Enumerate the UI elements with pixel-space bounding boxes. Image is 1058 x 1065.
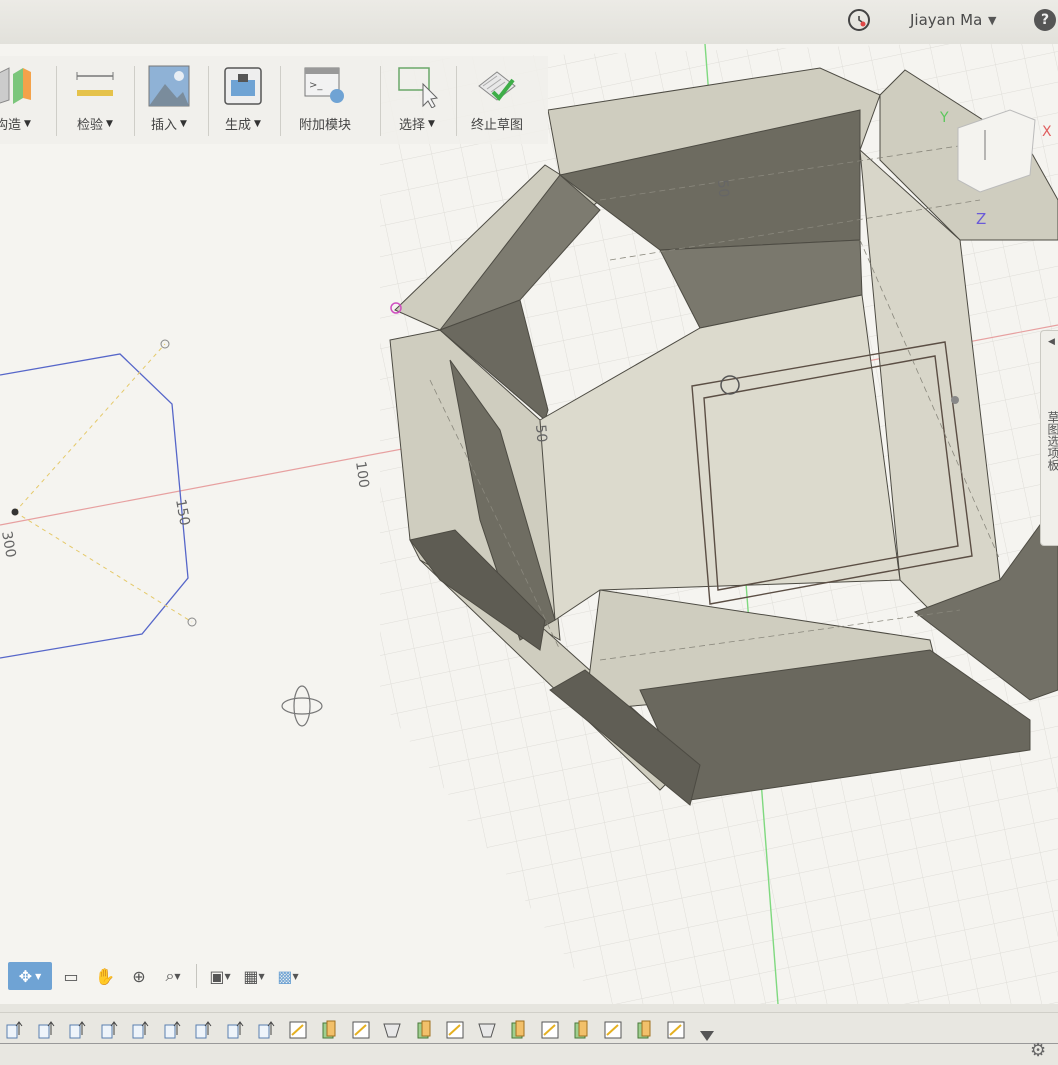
dimension-50-left: 50 (532, 424, 549, 443)
timeline-feature-sketch-icon[interactable] (540, 1019, 560, 1041)
add-ins-button[interactable]: >_ 附加模块 (290, 64, 360, 138)
inspect-button[interactable]: 检验 ▼ (60, 64, 130, 138)
timeline-feature-sketch-icon[interactable] (351, 1019, 371, 1041)
construct-button[interactable]: 构造 ▼ (0, 64, 48, 138)
user-account-name[interactable]: Jiayan Ma (910, 8, 982, 32)
timeline-feature-box-icon[interactable] (319, 1019, 339, 1041)
chevron-down-icon: ▼ (35, 971, 42, 981)
viewcube-z-label: Z (976, 210, 986, 228)
timeline-marker[interactable] (700, 1031, 714, 1041)
construct-label: 构造 (0, 118, 22, 133)
select-label: 选择 (399, 118, 426, 133)
timeline-feature-box-icon[interactable] (571, 1019, 591, 1041)
zoom-window-icon: ⌕ (165, 966, 175, 985)
chevron-down-icon: ▼ (24, 118, 31, 129)
chevron-down-icon: ▼ (224, 971, 231, 981)
monitor-icon: ▣ (209, 966, 225, 986)
orbit-button[interactable]: ✥ ▼ (8, 962, 52, 990)
make-button[interactable]: 生成 ▼ (208, 64, 278, 138)
finish-sketch-icon (475, 64, 519, 108)
chevron-down-icon: ▼ (174, 971, 181, 981)
design-canvas[interactable]: 150 300 100 50 50 Y X Z (0, 44, 1058, 1004)
fit-button[interactable]: ⌕ ▼ (158, 962, 188, 990)
timeline-feature-extrude-icon[interactable] (162, 1019, 182, 1041)
finish-sketch-button[interactable]: 终止草图 (462, 64, 532, 138)
timeline-feature-sketch-icon[interactable] (666, 1019, 686, 1041)
top-bar: Jiayan Ma ▼ ? (0, 0, 1058, 45)
grid-settings-button[interactable]: ▦ ▼ (239, 962, 269, 990)
add-ins-label: 附加模块 (298, 118, 351, 133)
zoom-icon: ⊕ (132, 966, 146, 986)
timeline-feature-extrude-icon[interactable] (99, 1019, 119, 1041)
finish-sketch-label: 终止草图 (470, 118, 523, 133)
timeline-feature-extrude-icon[interactable] (193, 1019, 213, 1041)
timeline-feature-sketch-icon[interactable] (288, 1019, 308, 1041)
timeline-feature-extrude-icon[interactable] (130, 1019, 150, 1041)
timeline-feature-shell-icon[interactable] (382, 1019, 402, 1041)
zoom-button[interactable]: ⊕ (124, 962, 154, 990)
svg-text:>_: >_ (309, 80, 323, 91)
dimension-50-top: 50 (714, 179, 731, 198)
timeline-feature-extrude-icon[interactable] (4, 1019, 24, 1041)
timeline-track (0, 1043, 1058, 1044)
job-status-icon[interactable] (848, 8, 870, 32)
timeline-feature-box-icon[interactable] (634, 1019, 654, 1041)
chevron-down-icon: ▼ (258, 971, 265, 981)
timeline-feature-sketch-icon[interactable] (445, 1019, 465, 1041)
timeline-feature-sketch-icon[interactable] (603, 1019, 623, 1041)
sketch-palette-title: 草图选项板 (1046, 411, 1058, 471)
pan-button[interactable]: ✋ (90, 962, 120, 990)
display-settings-button[interactable]: ▣ ▼ (205, 962, 235, 990)
timeline-feature-extrude-icon[interactable] (67, 1019, 87, 1041)
timeline (0, 1012, 1058, 1065)
orbit-icon: ✥ (18, 966, 33, 986)
pan-hand-icon: ✋ (95, 966, 115, 986)
collapse-arrow-icon[interactable]: ◀ (1048, 337, 1055, 347)
grid-icon: ▦ (243, 966, 259, 986)
timeline-feature-extrude-icon[interactable] (225, 1019, 245, 1041)
user-dropdown-caret-icon[interactable]: ▼ (988, 8, 996, 32)
sketch-origin-point (11, 508, 19, 516)
chevron-down-icon: ▼ (180, 118, 187, 129)
chevron-down-icon: ▼ (428, 118, 435, 129)
timeline-feature-box-icon[interactable] (414, 1019, 434, 1041)
timeline-feature-extrude-icon[interactable] (36, 1019, 56, 1041)
insert-image-icon (147, 64, 191, 108)
scene-svg: 150 300 100 50 50 Y X Z (0, 44, 1058, 1004)
timeline-feature-shell-icon[interactable] (477, 1019, 497, 1041)
viewcube-x-label: X (1042, 124, 1052, 140)
make-label: 生成 (225, 118, 252, 133)
chevron-down-icon: ▼ (254, 118, 261, 129)
look-at-button[interactable]: ▭ (56, 962, 86, 990)
ribbon-toolbar: 构造 ▼ 检验 ▼ 插入 ▼ 生成 ▼ >_ 附加模块 选择 ▼ 终止草图 (0, 56, 548, 144)
insert-label: 插入 (151, 118, 178, 133)
chevron-down-icon: ▼ (106, 118, 113, 129)
help-icon[interactable]: ? (1034, 8, 1056, 32)
measure-icon (73, 64, 117, 108)
select-button[interactable]: 选择 ▼ (382, 64, 452, 138)
timeline-feature-box-icon[interactable] (508, 1019, 528, 1041)
help-glyph: ? (1034, 9, 1056, 31)
select-cursor-icon (395, 64, 439, 108)
viewcube-y-label: Y (939, 110, 949, 126)
look-at-icon: ▭ (63, 966, 79, 986)
construct-planes-icon (0, 64, 35, 108)
timeline-feature-extrude-icon[interactable] (256, 1019, 276, 1041)
viewports-icon: ▩ (277, 966, 293, 986)
insert-button[interactable]: 插入 ▼ (134, 64, 204, 138)
chevron-down-icon: ▼ (292, 971, 299, 981)
viewports-button[interactable]: ▩ ▼ (273, 962, 303, 990)
gear-icon[interactable]: ⚙ (1030, 1040, 1046, 1061)
inspect-label: 检验 (77, 118, 104, 133)
scripts-addins-icon: >_ (303, 64, 347, 108)
sketch-palette-panel[interactable]: ◀ 草图选项板 (1040, 330, 1058, 546)
navigation-bar: ✥ ▼ ▭ ✋ ⊕ ⌕ ▼ ▣ ▼ ▦ ▼ ▩ ▼ (8, 960, 303, 992)
make-3d-print-icon (221, 64, 265, 108)
